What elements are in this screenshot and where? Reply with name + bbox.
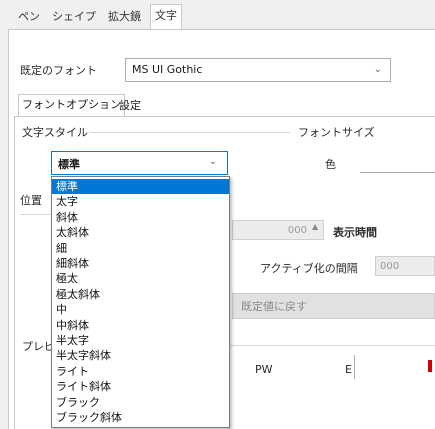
font-style-combo[interactable]: 標準 ⌄ [51,151,228,175]
subtab-font-options[interactable]: フォントオプション [18,94,125,118]
dropdown-option[interactable]: 中斜体 [52,318,229,333]
chevron-down-icon: ⌄ [208,156,217,167]
dropdown-option[interactable]: 極太 [52,271,229,286]
dropdown-option[interactable]: ブラック [52,395,229,410]
dropdown-option[interactable]: ライト斜体 [52,379,229,394]
dropdown-option[interactable]: 半太字斜体 [52,348,229,363]
after-label: アクティブ化の間隔 [260,262,358,275]
preview-text-2: E [345,363,352,376]
font-style-label: 文字スタイル [22,126,88,139]
dropdown-option[interactable]: 半太字 [52,333,229,348]
profile-combo-value: MS UI Gothic [132,63,203,76]
tab-pen[interactable]: ペン [14,6,44,28]
dropdown-option[interactable]: ブラック斜体 [52,410,229,425]
font-style-dropdown-list: 標準 太字 斜体 太斜体細細斜体 極太 極太斜体中中斜体 半太字 半太字斜体 ライト ライト斜体ブ… [51,176,230,428]
color-swatch [428,360,432,372]
dropdown-option[interactable]: 細斜体 [52,256,229,271]
dropdown-option[interactable]: 太斜体 [52,225,229,240]
tab-magnifier[interactable]: 拡大鏡 [104,6,145,28]
color-input[interactable] [360,150,435,173]
subtab-settings[interactable]: 設定 [116,96,144,116]
preview-text: PW [255,363,273,376]
reset-button-label: 既定値に戻す [241,300,307,313]
font-size-label: フォントサイズ [298,126,375,139]
spinner-icon[interactable]: ▲ [312,222,322,238]
preview-field-edge [354,355,355,379]
profile-label: 既定のフォント [20,64,97,77]
dropdown-option[interactable]: 極太斜体 [52,287,229,302]
dropdown-option[interactable]: 斜体 [52,210,229,225]
dropdown-option[interactable]: 太字 [52,194,229,209]
position-label: 位置 [20,194,42,207]
font-style-combo-value: 標準 [58,158,80,171]
numeric-input[interactable]: 000 [232,220,324,240]
group-divider-2 [20,214,50,215]
group-divider [90,132,290,133]
color-label: 色 [325,158,336,171]
dropdown-option[interactable]: 標準 [52,179,229,194]
interval-label: 表示時間 [333,226,377,239]
profile-combo[interactable]: MS UI Gothic ⌄ [125,58,391,82]
chevron-down-icon: ⌄ [373,64,382,75]
numeric-input-value: 000 [287,225,307,236]
dropdown-option[interactable]: 細 [52,241,229,256]
tab-text[interactable]: 文字 [150,4,182,30]
tab-shape[interactable]: シェイプ [48,6,100,28]
after-input-value: 000 [380,261,400,272]
reset-button[interactable]: 既定値に戻す [232,293,435,319]
dropdown-option[interactable]: 中 [52,302,229,317]
after-input[interactable]: 000 [375,256,435,276]
dropdown-option[interactable]: ライト [52,364,229,379]
